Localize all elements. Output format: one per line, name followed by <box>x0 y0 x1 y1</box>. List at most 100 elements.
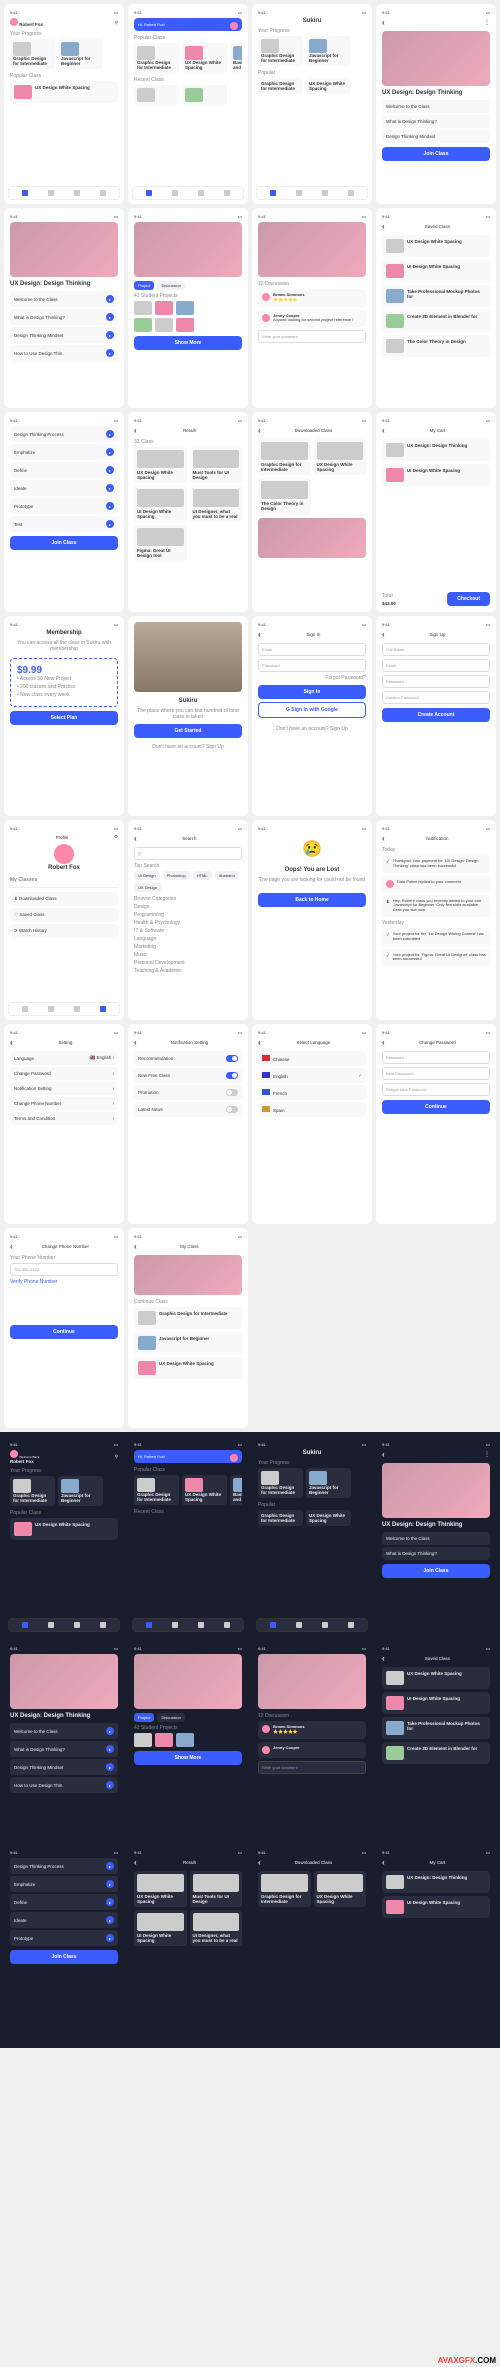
join-button[interactable]: Join Class <box>382 1564 490 1578</box>
toggle[interactable] <box>226 1106 238 1113</box>
downloaded-card[interactable]: Graphic Design for Intermediate <box>258 439 311 475</box>
new-password-field[interactable]: New Password <box>382 1067 490 1080</box>
continue-button[interactable]: Continue <box>382 1100 490 1114</box>
menu-classes[interactable]: My Classes <box>10 877 118 883</box>
cart-screen: 9:41••• My Cart UX Design: Design Thinki… <box>376 412 496 612</box>
phone-screen: 9:41••• Change Phone Number Your Phone N… <box>4 1228 124 1428</box>
tab-profile[interactable] <box>100 190 106 196</box>
search-icon[interactable]: ⚲ <box>115 1454 118 1460</box>
result-card[interactable]: UX Design White Spacing <box>134 447 187 483</box>
category-item[interactable]: Design <box>134 904 242 910</box>
retype-password-field[interactable]: Retype New Password <box>382 1083 490 1096</box>
back-icon[interactable] <box>258 630 261 639</box>
tab-discussion[interactable]: Discussion <box>157 281 184 290</box>
show-more-button[interactable]: Show More <box>134 1751 242 1765</box>
menu-saved[interactable]: ♡ Saved Class <box>10 908 118 922</box>
gear-icon[interactable]: ⚙ <box>114 834 118 840</box>
back-icon[interactable] <box>382 1858 385 1867</box>
play-icon[interactable]: ▸ <box>106 295 114 303</box>
comment-input[interactable]: Write your comment <box>258 330 366 343</box>
verify-link[interactable]: Verify Phone Number <box>10 1279 118 1285</box>
tab-saved[interactable] <box>74 190 80 196</box>
back-icon[interactable] <box>10 1242 13 1251</box>
toggle[interactable] <box>226 1072 238 1079</box>
app-home-screen: 9:41••• Sukiru Your Progress Graphic Des… <box>252 4 372 204</box>
back-icon[interactable] <box>10 1038 13 1047</box>
back-icon[interactable] <box>134 1858 137 1867</box>
join-button[interactable]: Join Class <box>382 147 490 161</box>
back-icon[interactable] <box>382 426 385 435</box>
cart-item[interactable]: UX Design: Design Thinking <box>382 439 490 461</box>
menu-downloaded[interactable]: ⬇ Downloaded Class <box>10 892 118 906</box>
password-field[interactable]: Password <box>258 659 366 672</box>
password-field[interactable]: Password <box>382 675 490 688</box>
setting-notification[interactable]: Notification Setting› <box>10 1082 118 1095</box>
back-icon[interactable] <box>382 222 385 231</box>
select-plan-button[interactable]: Select Plan <box>10 711 118 725</box>
saved-item[interactable]: UX Design White Spacing <box>382 235 490 257</box>
lang-item[interactable]: Chinese <box>258 1051 366 1066</box>
toggle[interactable] <box>226 1055 238 1062</box>
create-button[interactable]: Create Account <box>382 708 490 722</box>
back-icon[interactable] <box>258 1858 261 1867</box>
setting-terms[interactable]: Terms and Condition› <box>10 1112 118 1125</box>
google-button[interactable]: G Sign In with Google <box>258 702 366 718</box>
tab-project[interactable]: Project <box>134 281 154 290</box>
signup-link[interactable]: Don't have an account? Sign Up <box>258 726 366 732</box>
email-field[interactable]: Email <box>258 643 366 656</box>
setting-language[interactable]: Language🇬🇧 English › <box>10 1051 118 1065</box>
avatar[interactable] <box>54 844 74 864</box>
email-field[interactable]: Email <box>382 659 490 672</box>
tag[interactable]: UI Design <box>134 871 160 880</box>
back-icon[interactable] <box>382 1450 385 1459</box>
menu-history[interactable]: ⟳ Watch History <box>10 924 118 938</box>
avatar[interactable] <box>10 18 18 26</box>
bottom-nav <box>8 186 120 200</box>
comment-input[interactable]: Write your comment <box>258 1761 366 1774</box>
myclass-screen: 9:41••• My Class Continue Class Graphic … <box>128 1228 248 1428</box>
back-icon[interactable] <box>382 630 385 639</box>
back-icon[interactable] <box>382 834 385 843</box>
cart-dark: 9:41••• My Cart UX Design: Design Thinki… <box>376 1844 496 2044</box>
back-icon[interactable] <box>258 1038 261 1047</box>
setting-phone[interactable]: Change Phone Number› <box>10 1097 118 1110</box>
search-input[interactable]: ⚲ <box>134 847 242 860</box>
tab-home[interactable] <box>22 190 28 196</box>
search-icon[interactable]: ⚲ <box>115 20 118 26</box>
show-more-button[interactable]: Show More <box>134 336 242 350</box>
get-started-button[interactable]: Get Started <box>134 724 242 738</box>
fullname-field[interactable]: Full Name <box>382 643 490 656</box>
continue-button[interactable]: Continue <box>10 1325 118 1339</box>
password-field[interactable]: Password <box>382 1051 490 1064</box>
home-alt-dark: 9:41••• Hi, Robert Fox! Popular Class Gr… <box>128 1436 248 1636</box>
back-icon[interactable] <box>134 1038 137 1047</box>
setting-password[interactable]: Change Password› <box>10 1067 118 1080</box>
signup-link[interactable]: Don't have an account? Sign Up <box>134 744 242 750</box>
onboard-screen: Sukiru The place where you can find hund… <box>128 616 248 816</box>
notification-item[interactable]: ✓Thankyou! Your payment for 'UX Design: … <box>382 855 490 873</box>
back-home-button[interactable]: Back to Home <box>258 893 366 907</box>
back-icon[interactable] <box>258 426 261 435</box>
back-icon[interactable] <box>382 18 385 27</box>
back-icon[interactable] <box>134 426 137 435</box>
section-label: Your Progress <box>10 31 118 37</box>
back-icon[interactable] <box>134 834 137 843</box>
class-card[interactable]: UX Design White Spacing <box>10 81 118 103</box>
class-title: UX Design: Design Thinking <box>382 90 490 96</box>
back-icon[interactable] <box>382 1038 385 1047</box>
forgot-link[interactable]: Forgot Password? <box>258 675 366 681</box>
signin-button[interactable]: Sign In <box>258 685 366 699</box>
join-button[interactable]: Join Class <box>10 536 118 550</box>
lesson-item[interactable]: Welcome to the Class <box>382 100 490 113</box>
toggle[interactable] <box>226 1089 238 1096</box>
confirm-field[interactable]: Confirm Password <box>382 691 490 704</box>
phone-field[interactable]: 702-555-0122 <box>10 1263 118 1276</box>
page-title: Profile <box>56 835 69 840</box>
tab-search[interactable] <box>48 190 54 196</box>
back-icon[interactable] <box>134 1242 137 1251</box>
back-icon[interactable] <box>382 1654 385 1663</box>
more-icon[interactable] <box>484 1451 490 1458</box>
more-icon[interactable] <box>484 19 490 26</box>
checkout-button[interactable]: Checkout <box>447 592 490 606</box>
join-button[interactable]: Join Class <box>10 1950 118 1964</box>
